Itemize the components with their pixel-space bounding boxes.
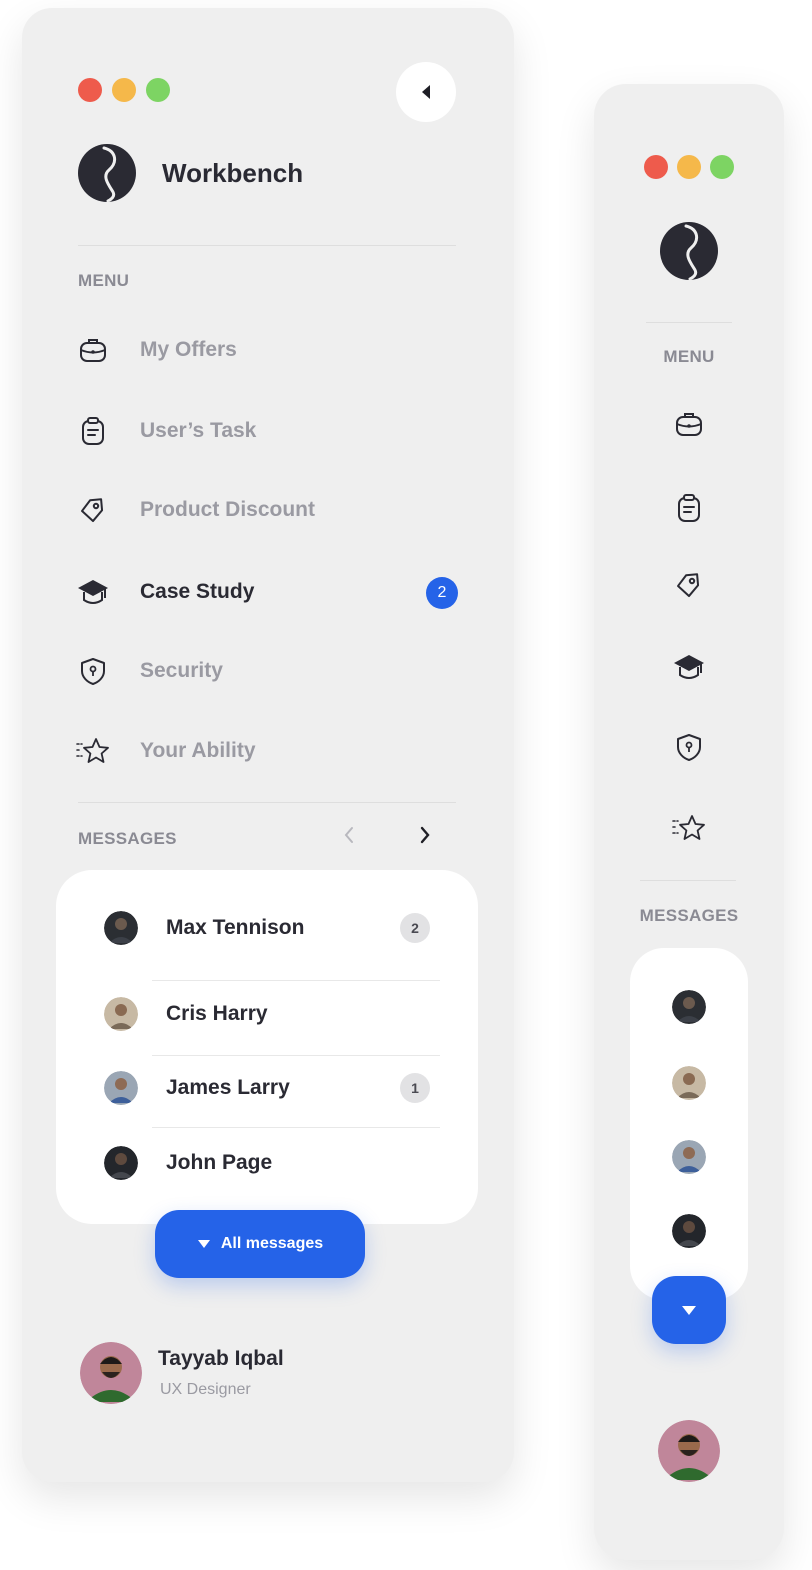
user-role: UX Designer [160, 1381, 251, 1398]
menu-item-users-task[interactable] [668, 488, 710, 528]
message-contact[interactable]: Cris Harry [104, 992, 430, 1036]
menu-section-label: MENU [78, 271, 130, 290]
shield-icon [677, 734, 701, 761]
chevron-right-icon [420, 826, 430, 844]
messages-next-button[interactable] [418, 825, 432, 851]
star-icon [672, 815, 705, 840]
contact-name: James Larry [166, 1076, 290, 1099]
menu-item-security[interactable] [668, 727, 710, 767]
menu-item-my-offers[interactable]: My Offers [74, 326, 458, 374]
menu-item-label: Product Discount [140, 498, 316, 521]
price-tag-icon [74, 493, 112, 527]
unread-badge: 1 [400, 1073, 430, 1103]
divider [640, 880, 736, 881]
brand-logo [660, 222, 718, 280]
menu-item-users-task[interactable]: User’s Task [74, 407, 458, 455]
brand-name: Workbench [162, 158, 304, 188]
all-messages-button[interactable] [652, 1276, 726, 1344]
messages-card [630, 948, 748, 1300]
menu-item-case-study[interactable]: Case Study 2 [74, 568, 458, 616]
menu-item-product-discount[interactable]: Product Discount [74, 486, 458, 534]
briefcase-icon [676, 413, 702, 436]
all-messages-button[interactable]: All messages [155, 1210, 365, 1278]
unread-badge: 2 [400, 913, 430, 943]
brand-logo [78, 144, 136, 202]
clipboard-icon [74, 414, 112, 448]
avatar[interactable] [672, 1066, 706, 1100]
window-maximize-dot[interactable] [710, 155, 734, 179]
collapse-sidebar-button[interactable] [396, 62, 456, 122]
menu-item-your-ability[interactable] [668, 808, 710, 848]
menu-item-your-ability[interactable]: Your Ability [74, 727, 458, 775]
avatar [104, 911, 138, 945]
graduation-cap-icon [74, 575, 112, 609]
window-close-dot[interactable] [78, 78, 102, 102]
shield-icon [74, 654, 112, 688]
menu-item-label: Your Ability [140, 739, 256, 762]
star-icon [74, 734, 112, 768]
avatar[interactable] [672, 1214, 706, 1248]
messages-section-label: MESSAGES [639, 906, 739, 925]
caret-down-icon [197, 1240, 210, 1248]
caret-left-icon [422, 85, 430, 99]
divider [78, 802, 456, 803]
caret-down-icon [682, 1305, 696, 1315]
row-divider [152, 1055, 440, 1056]
row-divider [152, 1127, 440, 1128]
menu-item-case-study[interactable] [668, 647, 710, 687]
message-contact[interactable]: Max Tennison 2 [104, 906, 430, 950]
clipboard-icon [678, 494, 700, 522]
avatar [104, 1071, 138, 1105]
user-avatar[interactable] [658, 1420, 720, 1482]
user-avatar[interactable] [80, 1342, 142, 1404]
sidebar-expanded: Workbench MENU My Offers User’s Task Pro… [22, 8, 514, 1482]
contact-name: Max Tennison [166, 916, 305, 939]
chevron-left-icon [344, 827, 353, 843]
messages-prev-button[interactable] [342, 825, 356, 851]
menu-item-my-offers[interactable] [668, 404, 710, 444]
divider [78, 245, 456, 246]
avatar [104, 1146, 138, 1180]
row-divider [152, 980, 440, 981]
menu-item-label: Security [140, 659, 223, 682]
menu-item-security[interactable]: Security [74, 647, 458, 695]
all-messages-label: All messages [220, 1235, 324, 1252]
window-maximize-dot[interactable] [146, 78, 170, 102]
logo-icon [684, 224, 699, 280]
notification-badge: 2 [426, 577, 458, 609]
graduation-cap-icon [674, 655, 704, 679]
contact-name: Cris Harry [166, 1002, 268, 1025]
sidebar-collapsed: MENU MESSAGES [594, 84, 784, 1560]
menu-item-product-discount[interactable] [668, 565, 710, 605]
messages-card: Max Tennison 2 Cris Harry James Larry 1 … [56, 870, 478, 1224]
window-minimize-dot[interactable] [677, 155, 701, 179]
divider [646, 322, 732, 323]
contact-name: John Page [166, 1151, 273, 1174]
avatar[interactable] [672, 1140, 706, 1174]
message-contact[interactable]: John Page [104, 1141, 430, 1185]
briefcase-icon [74, 333, 112, 367]
avatar [104, 997, 138, 1031]
menu-item-label: User’s Task [140, 419, 257, 442]
menu-item-label: Case Study [140, 580, 255, 603]
avatar[interactable] [672, 990, 706, 1024]
logo-icon [102, 146, 117, 202]
user-name: Tayyab Iqbal [158, 1347, 284, 1370]
messages-section-label: MESSAGES [78, 829, 177, 848]
menu-item-label: My Offers [140, 338, 237, 361]
window-close-dot[interactable] [644, 155, 668, 179]
menu-section-label: MENU [663, 347, 715, 366]
window-minimize-dot[interactable] [112, 78, 136, 102]
message-contact[interactable]: James Larry 1 [104, 1066, 430, 1110]
price-tag-icon [677, 573, 700, 598]
